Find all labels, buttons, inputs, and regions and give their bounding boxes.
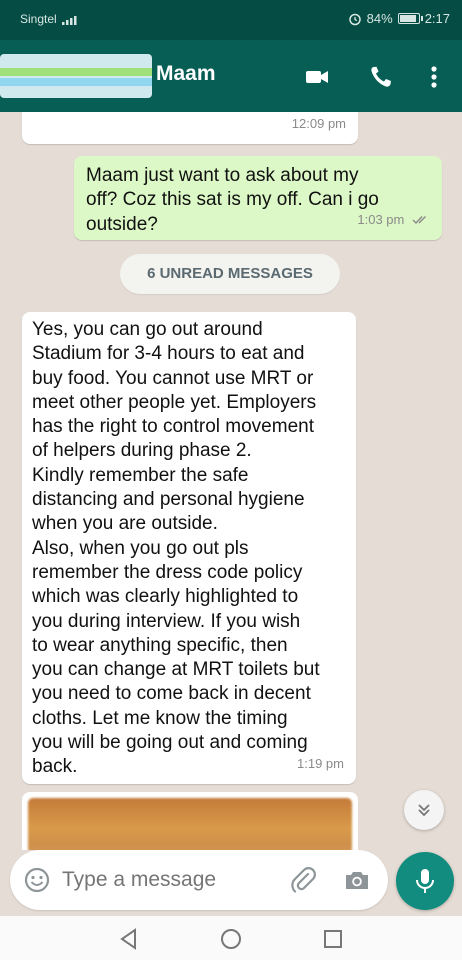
signal-icon xyxy=(62,16,77,25)
message-incoming[interactable]: 12:09 pm xyxy=(22,112,358,144)
message-composer xyxy=(10,850,388,910)
read-receipt-icon xyxy=(412,216,426,225)
back-nav-icon[interactable] xyxy=(116,926,142,952)
message-time-wrap: 1:03 pm xyxy=(357,208,430,232)
alarm-icon xyxy=(348,13,361,25)
message-time: 1:03 pm xyxy=(357,211,405,227)
system-navigation-bar xyxy=(0,916,462,960)
battery-icon xyxy=(397,13,423,24)
attach-icon[interactable] xyxy=(288,865,318,895)
message-incoming[interactable]: Yes, you can go out around Stadium for 3… xyxy=(22,312,356,784)
chat-header: Maam xyxy=(0,40,462,112)
scroll-to-bottom-button[interactable] xyxy=(404,790,444,830)
message-outgoing[interactable]: Maam just want to ask about my off? Coz … xyxy=(74,156,442,240)
carrier-label: Singtel xyxy=(20,12,57,26)
voice-message-button[interactable] xyxy=(396,852,454,910)
battery-percent: 84% xyxy=(366,11,393,26)
home-nav-icon[interactable] xyxy=(218,926,244,952)
more-options-icon[interactable] xyxy=(419,62,449,92)
message-input[interactable] xyxy=(62,868,282,892)
video-call-icon[interactable] xyxy=(302,62,332,92)
contact-name[interactable]: Maam xyxy=(156,62,216,86)
unread-messages-banner: 6 UNREAD MESSAGES xyxy=(120,254,340,294)
message-time: 12:09 pm xyxy=(291,115,346,131)
camera-icon[interactable] xyxy=(342,865,372,895)
message-time: 1:19 pm xyxy=(297,755,344,771)
recents-nav-icon[interactable] xyxy=(320,926,346,952)
status-bar: Singtel 84% 2:17 xyxy=(0,0,462,40)
image-message[interactable] xyxy=(22,792,358,850)
redacted-avatar[interactable] xyxy=(0,54,152,98)
clock: 2:17 xyxy=(424,11,450,26)
phone-icon[interactable] xyxy=(366,62,396,92)
image-thumbnail[interactable] xyxy=(28,798,352,850)
double-chevron-down-icon xyxy=(418,804,430,817)
emoji-icon[interactable] xyxy=(22,865,52,895)
chat-area[interactable]: 12:09 pm Maam just want to ask about my … xyxy=(0,112,462,850)
message-text: Yes, you can go out around Stadium for 3… xyxy=(32,319,320,778)
mic-icon xyxy=(416,869,434,893)
